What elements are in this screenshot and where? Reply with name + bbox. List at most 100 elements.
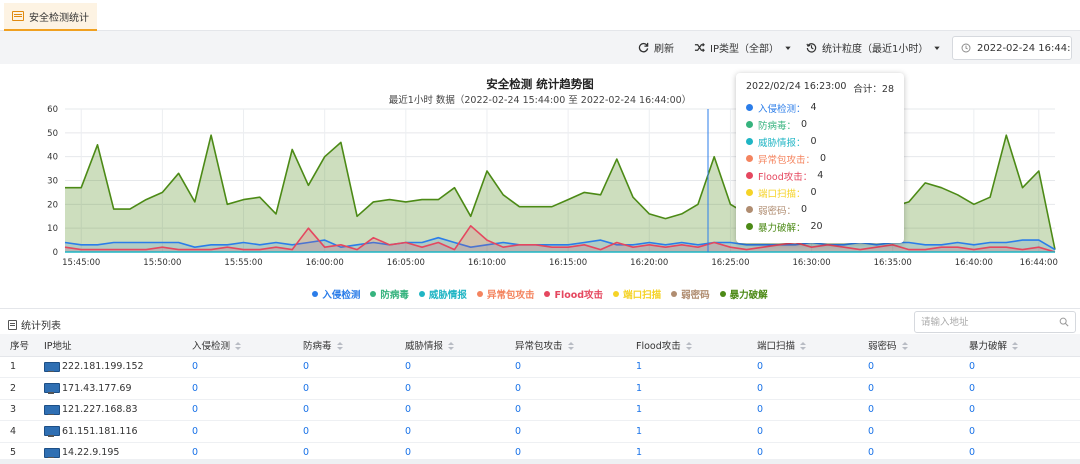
count-cell[interactable]: 0 xyxy=(182,356,293,378)
column-header-label: IP地址 xyxy=(44,340,72,352)
column-header[interactable]: 入侵检测 xyxy=(182,334,293,357)
search-icon[interactable] xyxy=(1059,317,1069,327)
count-cell[interactable]: 0 xyxy=(858,377,959,400)
count-cell[interactable]: 0 xyxy=(505,399,626,421)
ip-address-cell: 121.227.168.83 xyxy=(34,399,182,421)
count-cell[interactable]: 0 xyxy=(858,442,959,464)
cell-text: 0 xyxy=(515,361,522,373)
x-tick-label: 15:50:00 xyxy=(143,258,181,268)
datetime-picker[interactable]: 2022-02-24 16:44:51 xyxy=(952,36,1072,60)
count-cell[interactable]: 0 xyxy=(293,442,395,464)
count-cell[interactable]: 0 xyxy=(182,442,293,464)
count-cell[interactable]: 0 xyxy=(747,399,858,421)
legend-item-intrusion[interactable]: 入侵检测 xyxy=(312,287,360,301)
count-cell[interactable]: 0 xyxy=(395,377,505,400)
ip-type-dropdown[interactable]: IP类型（全部） xyxy=(694,40,792,55)
count-cell[interactable]: 0 xyxy=(182,377,293,400)
refresh-button[interactable]: 刷新 xyxy=(638,40,674,55)
tooltip-dot xyxy=(746,121,753,128)
tooltip-row-threat: 威胁情报： 0 xyxy=(746,133,894,150)
count-cell[interactable]: 1 xyxy=(626,399,747,421)
column-header[interactable]: 防病毒 xyxy=(293,334,395,357)
count-cell[interactable]: 0 xyxy=(293,420,395,443)
y-tick-label: 50 xyxy=(47,129,58,139)
table-row[interactable]: 5 14.22.9.195 0 0 0 0 1 0 0 0 xyxy=(0,442,1080,464)
x-tick-label: 16:35:00 xyxy=(874,258,912,268)
count-cell[interactable]: 0 xyxy=(747,356,858,378)
count-cell[interactable]: 0 xyxy=(293,377,395,400)
row-index: 5 xyxy=(0,442,34,464)
sort-icon[interactable] xyxy=(901,342,908,351)
legend-item-weakpwd[interactable]: 弱密码 xyxy=(671,287,710,301)
count-cell[interactable]: 0 xyxy=(182,399,293,421)
count-cell[interactable]: 0 xyxy=(505,377,626,400)
count-cell[interactable]: 1 xyxy=(626,377,747,400)
legend-item-antivirus[interactable]: 防病毒 xyxy=(370,287,409,301)
history-icon xyxy=(806,43,817,53)
address-search-input[interactable] xyxy=(915,312,1045,332)
column-header[interactable]: 端口扫描 xyxy=(747,334,858,357)
sort-icon[interactable] xyxy=(685,342,692,351)
count-cell[interactable]: 0 xyxy=(959,356,1080,378)
cell-text: 2 xyxy=(10,382,17,394)
count-cell[interactable]: 0 xyxy=(182,420,293,443)
count-cell[interactable]: 1 xyxy=(626,420,747,443)
legend-item-abnormal[interactable]: 异常包攻击 xyxy=(476,287,534,301)
cell-text: 0 xyxy=(757,361,764,373)
count-cell[interactable]: 0 xyxy=(747,377,858,400)
sort-icon[interactable] xyxy=(336,342,343,351)
legend-item-threat[interactable]: 威胁情报 xyxy=(418,287,467,301)
sort-icon[interactable] xyxy=(448,342,455,351)
count-cell[interactable]: 0 xyxy=(505,442,626,464)
legend-item-bruteforce[interactable]: 暴力破解 xyxy=(719,287,768,301)
column-header[interactable]: 威胁情报 xyxy=(395,334,505,357)
sort-icon[interactable] xyxy=(800,342,807,351)
column-header[interactable]: Flood攻击 xyxy=(626,334,747,357)
tab-security-stats[interactable]: 安全检测统计 xyxy=(4,3,97,31)
tooltip-dot xyxy=(746,172,753,179)
table-row[interactable]: 2 171.43.177.69 0 0 0 0 1 0 0 0 xyxy=(0,377,1080,400)
table-row[interactable]: 3 121.227.168.83 0 0 0 0 1 0 0 0 xyxy=(0,399,1080,421)
count-cell[interactable]: 1 xyxy=(626,442,747,464)
cell-text: 5 xyxy=(10,447,17,459)
table-row[interactable]: 1 222.181.199.152 0 0 0 0 1 0 0 0 xyxy=(0,356,1080,378)
tooltip-total: 合计：28 xyxy=(853,84,894,95)
trend-chart[interactable]: 010203040506015:45:00 15:50:00 15:55:00 16:… xyxy=(0,64,1080,308)
count-cell[interactable]: 1 xyxy=(626,356,747,378)
tooltip-label: 异常包攻击： xyxy=(758,154,816,166)
count-cell[interactable]: 0 xyxy=(747,420,858,443)
column-header[interactable]: 弱密码 xyxy=(858,334,959,357)
count-cell[interactable]: 0 xyxy=(858,356,959,378)
count-cell[interactable]: 0 xyxy=(747,442,858,464)
sort-icon[interactable] xyxy=(235,342,242,351)
column-header[interactable]: 暴力破解 xyxy=(959,334,1080,357)
x-tick-label: 16:15:00 xyxy=(549,258,587,268)
count-cell[interactable]: 0 xyxy=(505,420,626,443)
count-cell[interactable]: 0 xyxy=(395,356,505,378)
legend-item-flood[interactable]: Flood攻击 xyxy=(544,287,603,301)
granularity-dropdown[interactable]: 统计粒度（最近1小时） xyxy=(806,40,941,55)
count-cell[interactable]: 0 xyxy=(293,399,395,421)
count-cell[interactable]: 0 xyxy=(858,420,959,443)
sort-icon[interactable] xyxy=(567,342,574,351)
count-cell[interactable]: 0 xyxy=(959,420,1080,443)
column-header[interactable]: 异常包攻击 xyxy=(505,334,626,357)
count-cell[interactable]: 0 xyxy=(395,420,505,443)
column-header-label: 暴力破解 xyxy=(969,340,1008,352)
tooltip-label: 威胁情报： xyxy=(758,137,806,149)
count-cell[interactable]: 0 xyxy=(858,399,959,421)
sort-icon[interactable] xyxy=(1012,342,1019,351)
legend-item-portscan[interactable]: 端口扫描 xyxy=(613,287,661,301)
count-cell[interactable]: 0 xyxy=(959,377,1080,400)
column-header-label: 防病毒 xyxy=(303,340,332,352)
address-search[interactable] xyxy=(914,311,1076,333)
count-cell[interactable]: 0 xyxy=(959,399,1080,421)
count-cell[interactable]: 0 xyxy=(293,356,395,378)
report-icon xyxy=(12,11,24,21)
table-row[interactable]: 4 61.151.181.116 0 0 0 0 1 0 0 0 xyxy=(0,420,1080,443)
legend-dot xyxy=(613,291,620,297)
count-cell[interactable]: 0 xyxy=(395,399,505,421)
count-cell[interactable]: 0 xyxy=(395,442,505,464)
count-cell[interactable]: 0 xyxy=(959,442,1080,464)
count-cell[interactable]: 0 xyxy=(505,356,626,378)
